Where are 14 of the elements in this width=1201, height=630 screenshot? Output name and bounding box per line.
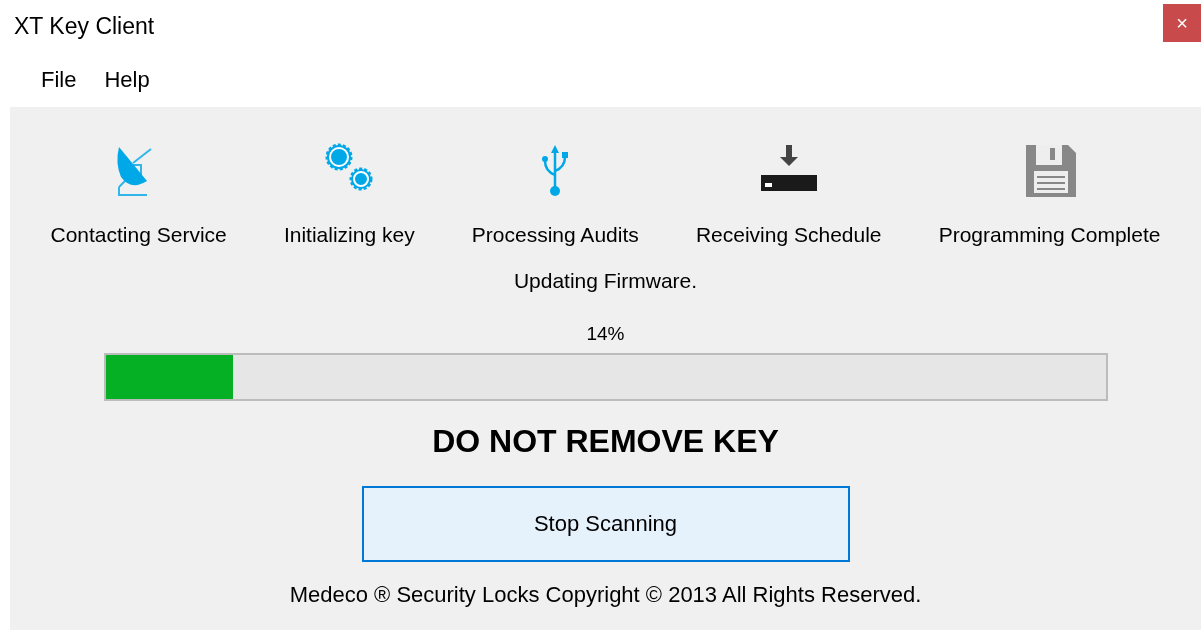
status-text: Updating Firmware. bbox=[513, 269, 698, 293]
progress-percent: 14% bbox=[586, 323, 625, 345]
menu-item[interactable]: Help bbox=[93, 62, 161, 97]
close-button[interactable]: × bbox=[1163, 4, 1201, 42]
step-label: Processing Audits bbox=[471, 223, 639, 247]
step-label: Contacting Service bbox=[50, 223, 227, 247]
warning-text: DO NOT REMOVE KEY bbox=[432, 423, 779, 460]
step-label: Initializing key bbox=[283, 223, 415, 247]
menu-item[interactable]: File bbox=[30, 62, 88, 97]
window-title: XT Key Client bbox=[14, 12, 155, 40]
copyright-text: Medeco ® Security Locks Copyright © 2013 All Rights Reserved. bbox=[289, 582, 922, 608]
stop-scanning-button[interactable]: Stop Scanning bbox=[361, 486, 850, 562]
step-label: Receiving Schedule bbox=[695, 223, 882, 247]
step-label: Programming Complete bbox=[938, 223, 1161, 247]
